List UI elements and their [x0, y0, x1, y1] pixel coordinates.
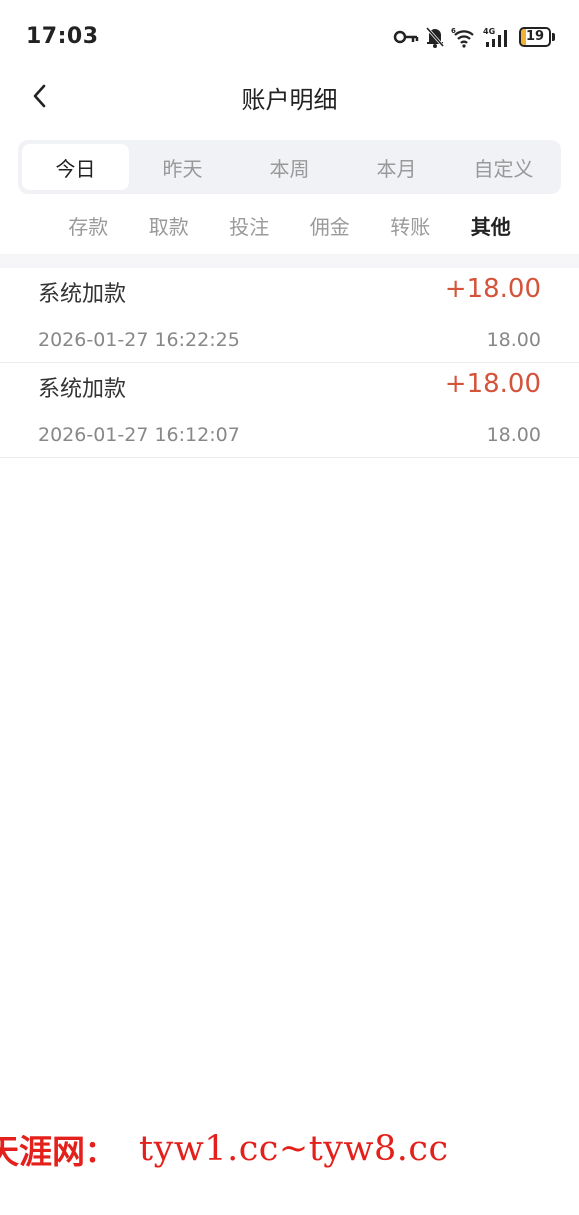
signal-4g-icon: 4G [483, 26, 513, 48]
tab-withdraw[interactable]: 取款 [129, 206, 210, 244]
period-tab-bar: 今日 昨天 本周 本月 自定义 [18, 140, 561, 194]
record-balance: 18.00 [486, 424, 541, 446]
svg-text:4G: 4G [483, 27, 495, 36]
record-type: 系统加款 [38, 282, 127, 307]
tab-yesterday[interactable]: 昨天 [129, 144, 236, 190]
list-item[interactable]: 系统加款 +18.00 2026-01-27 16:12:07 18.00 [0, 363, 579, 458]
tab-deposit[interactable]: 存款 [48, 206, 129, 244]
record-balance: 18.00 [486, 329, 541, 351]
list-item[interactable]: 系统加款 +18.00 2026-01-27 16:22:25 18.00 [0, 268, 579, 363]
tab-bet[interactable]: 投注 [209, 206, 290, 244]
watermark-colon: ： [85, 1135, 115, 1170]
tab-this-month[interactable]: 本月 [343, 144, 450, 190]
status-icons: 6 4G 19 [393, 24, 555, 50]
key-icon [393, 29, 419, 45]
record-list: 系统加款 +18.00 2026-01-27 16:22:25 18.00 系统… [0, 268, 579, 458]
tab-custom[interactable]: 自定义 [450, 144, 557, 190]
tab-other[interactable]: 其他 [451, 206, 532, 244]
battery-icon: 19 [519, 27, 555, 47]
record-type: 系统加款 [38, 377, 127, 402]
record-amount: +18.00 [444, 274, 541, 304]
bell-off-icon [425, 26, 445, 48]
wifi-icon: 6 [451, 26, 477, 48]
tab-this-week[interactable]: 本周 [236, 144, 343, 190]
page-title: 账户明细 [241, 86, 338, 114]
status-bar: 17:03 6 4G 19 [0, 0, 579, 70]
record-amount: +18.00 [444, 369, 541, 399]
watermark: 天涯网 ： tyw1.cc~tyw8.cc [0, 1124, 579, 1174]
navigation-bar: 账户明细 [0, 70, 579, 124]
battery-level: 19 [525, 29, 545, 44]
record-time: 2026-01-27 16:12:07 [38, 424, 240, 446]
watermark-url: tyw1.cc~tyw8.cc [139, 1129, 449, 1169]
status-time: 17:03 [26, 24, 99, 49]
type-tab-bar: 存款 取款 投注 佣金 转账 其他 [48, 206, 531, 244]
tab-transfer[interactable]: 转账 [370, 206, 451, 244]
record-time: 2026-01-27 16:22:25 [38, 329, 240, 351]
watermark-brand: 天涯网 [0, 1132, 85, 1171]
tab-commission[interactable]: 佣金 [290, 206, 371, 244]
section-divider [0, 254, 579, 268]
tab-today[interactable]: 今日 [22, 144, 129, 190]
